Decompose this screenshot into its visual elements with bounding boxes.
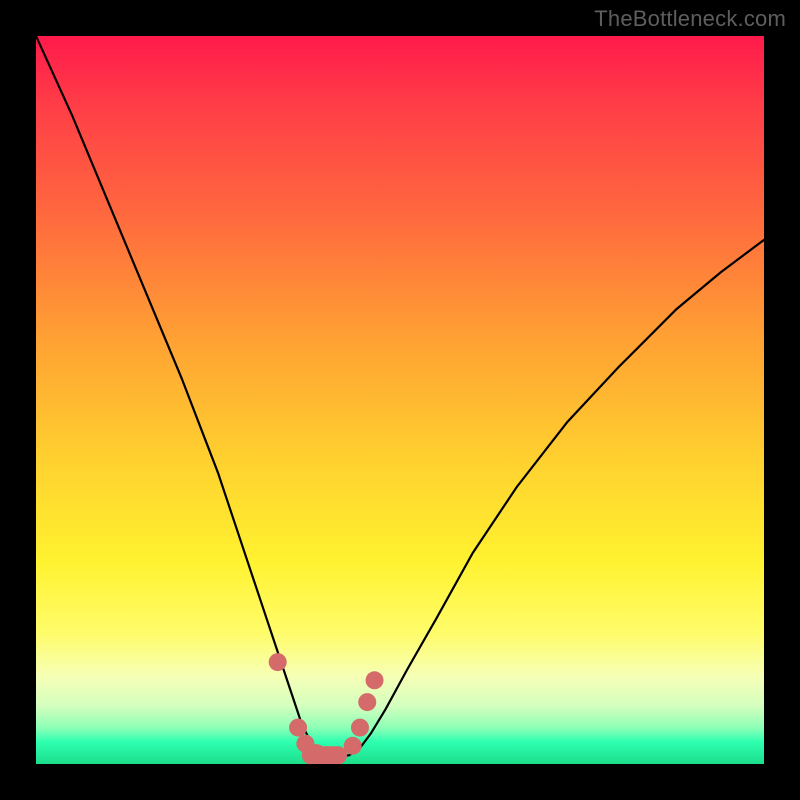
- bottleneck-curve: [36, 36, 764, 757]
- trough-pill: [302, 746, 346, 764]
- trough-marker: [289, 719, 307, 737]
- trough-marker: [344, 737, 362, 755]
- trough-marker: [366, 671, 384, 689]
- trough-marker: [351, 719, 369, 737]
- chart-svg: [36, 36, 764, 764]
- watermark-text: TheBottleneck.com: [594, 6, 786, 32]
- chart-frame: TheBottleneck.com: [0, 0, 800, 800]
- plot-area: [36, 36, 764, 764]
- trough-marker: [358, 693, 376, 711]
- trough-marker-group: [269, 653, 384, 764]
- trough-marker: [269, 653, 287, 671]
